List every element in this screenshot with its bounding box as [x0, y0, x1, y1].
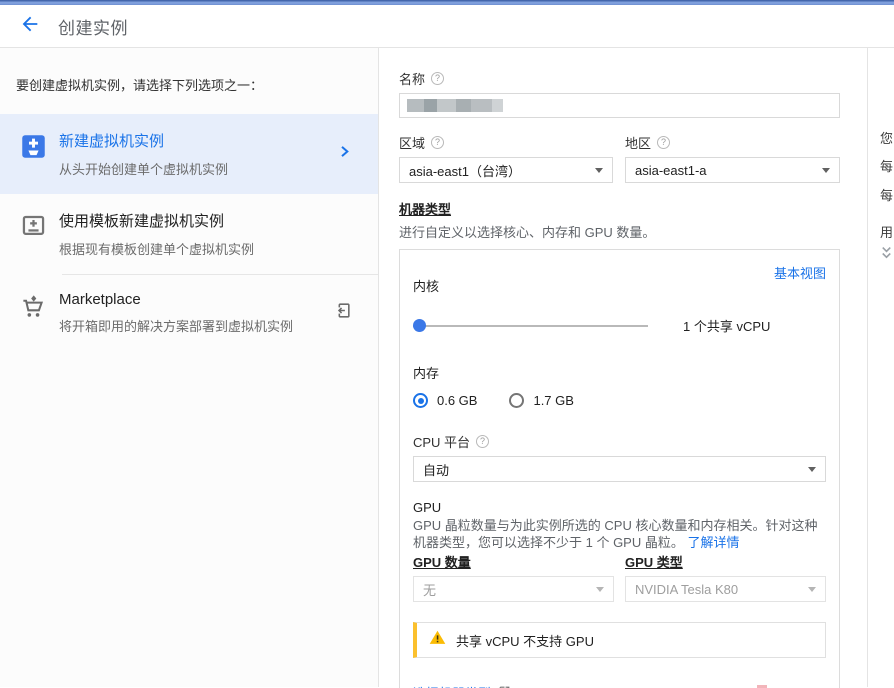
slider-thumb[interactable]: [413, 319, 426, 332]
sidebar-item-subtitle: 将开箱即用的解决方案部署到虚拟机实例: [59, 316, 293, 335]
chevron-right-icon: [336, 144, 352, 165]
clipped-text: 您: [880, 128, 893, 147]
warning-triangle-icon: [429, 629, 446, 651]
gpu-warning-banner: 共享 vCPU 不支持 GPU: [413, 622, 826, 658]
dropdown-arrow-icon: [596, 587, 604, 592]
double-chevron-down-icon[interactable]: [880, 246, 893, 266]
new-vm-instance-icon: [20, 133, 47, 160]
sidebar-item-title: Marketplace: [59, 291, 293, 308]
memory-option-label: 1.7 GB: [533, 393, 573, 408]
help-icon[interactable]: ?: [431, 136, 444, 149]
page-header: 创建实例: [0, 5, 894, 48]
sidebar-item-new-vm[interactable]: 新建虚拟机实例 从头开始创建单个虚拟机实例: [0, 114, 378, 194]
template-vm-icon: [20, 213, 47, 240]
machine-type-description: 进行自定义以选择核心、内存和 GPU 数量。: [399, 222, 867, 241]
learn-more-link[interactable]: 了解详情: [687, 535, 739, 550]
page-title: 创建实例: [58, 14, 128, 39]
gpu-type-label: GPU 类型: [625, 552, 826, 571]
zone-select[interactable]: asia-east1-a: [625, 157, 840, 183]
cores-value: 1 个共享 vCPU: [683, 316, 770, 335]
arrow-left-icon: [19, 13, 41, 40]
clipped-text: 每: [880, 185, 893, 204]
memory-radio-1.7gb[interactable]: [509, 393, 524, 408]
dropdown-arrow-icon: [595, 168, 603, 173]
machine-type-label: 机器类型: [399, 199, 451, 218]
memory-option-label: 0.6 GB: [437, 393, 477, 408]
exit-to-app-icon: [333, 301, 352, 325]
sidebar-item-subtitle: 根据现有模板创建单个虚拟机实例: [59, 239, 254, 258]
zone-label: 地区: [625, 133, 651, 152]
redacted-name-value: [407, 99, 503, 112]
gpu-type-select[interactable]: NVIDIA Tesla K80: [625, 576, 826, 602]
sidebar-item-title: 新建虚拟机实例: [59, 130, 228, 151]
memory-label: 内存: [413, 363, 826, 382]
sidebar-item-marketplace[interactable]: Marketplace 将开箱即用的解决方案部署到虚拟机实例: [0, 275, 378, 351]
warning-text: 共享 vCPU 不支持 GPU: [456, 631, 594, 650]
gpu-type-value: NVIDIA Tesla K80: [635, 582, 738, 597]
clipped-text: 用: [880, 222, 893, 241]
name-label: 名称: [399, 69, 425, 88]
sidebar-item-from-template[interactable]: 使用模板新建虚拟机实例 根据现有模板创建单个虚拟机实例: [0, 194, 378, 274]
gpu-section-label: GPU: [413, 500, 826, 515]
cpu-platform-value: 自动: [423, 460, 449, 479]
gpu-count-select[interactable]: 无: [413, 576, 614, 602]
cores-label: 内核: [413, 276, 826, 295]
gpu-count-label: GPU 数量: [413, 552, 614, 571]
region-select[interactable]: asia-east1（台湾）: [399, 157, 613, 183]
sidebar-intro-text: 要创建虚拟机实例，请选择下列选项之一：: [0, 48, 378, 114]
gpu-description: GPU 晶粒数量与为此实例所选的 CPU 核心数量和内存相关。针对这种机器类型，…: [413, 518, 817, 550]
help-icon[interactable]: ?: [431, 72, 444, 85]
external-link-icon: [498, 685, 511, 688]
sidebar-item-subtitle: 从头开始创建单个虚拟机实例: [59, 159, 228, 178]
region-label: 区域: [399, 133, 425, 152]
dropdown-arrow-icon: [822, 168, 830, 173]
machine-type-card: 基本视图 内核 1 个共享 vCPU 内存 0.6 GB 1.7 GB: [399, 249, 840, 688]
instance-form: 名称 ? 区域 ? asia-east1（台湾）: [379, 48, 868, 687]
dropdown-arrow-icon: [808, 587, 816, 592]
marketplace-cart-icon: [20, 294, 47, 321]
help-icon[interactable]: ?: [476, 435, 489, 448]
cpu-platform-label: CPU 平台: [413, 432, 470, 451]
back-button[interactable]: [16, 12, 44, 40]
help-icon[interactable]: ?: [657, 136, 670, 149]
memory-radio-0.6gb[interactable]: [413, 393, 428, 408]
cpu-platform-select[interactable]: 自动: [413, 456, 826, 482]
cost-panel-clipped: 您 每 每 用: [868, 48, 894, 687]
clipped-text: 每: [880, 156, 893, 175]
name-input[interactable]: [399, 93, 840, 118]
basic-view-link[interactable]: 基本视图: [774, 263, 826, 282]
region-value: asia-east1（台湾）: [409, 161, 521, 180]
slider-track: [413, 325, 648, 327]
sidebar-item-title: 使用模板新建虚拟机实例: [59, 210, 254, 231]
create-instance-page: 创建实例 要创建虚拟机实例，请选择下列选项之一： 新建虚拟机实例 从头开始创建单…: [0, 0, 894, 688]
gpu-count-value: 无: [423, 580, 436, 599]
cores-slider[interactable]: [413, 319, 648, 332]
zone-value: asia-east1-a: [635, 163, 707, 178]
select-machine-type-link[interactable]: 选择机器类型: [413, 683, 491, 688]
options-sidebar: 要创建虚拟机实例，请选择下列选项之一： 新建虚拟机实例 从头开始创建单个虚拟机实…: [0, 48, 379, 687]
dropdown-arrow-icon: [808, 467, 816, 472]
